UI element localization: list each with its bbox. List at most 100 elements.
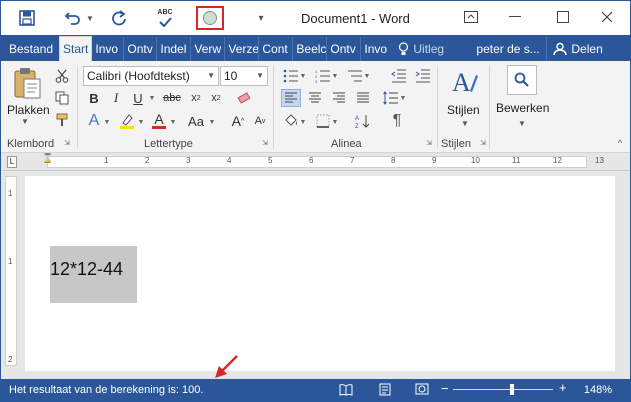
bold-button[interactable]: B — [85, 89, 103, 107]
underline-button[interactable]: U — [129, 89, 147, 107]
subscript-button[interactable]: x2 — [187, 89, 205, 107]
shading-dropdown-icon[interactable]: ▼ — [299, 115, 307, 129]
tab-layout[interactable]: Indel — [156, 37, 190, 61]
borders-dropdown-icon[interactable]: ▼ — [331, 115, 339, 129]
zoom-slider-thumb[interactable] — [510, 384, 514, 395]
tab-file[interactable]: Bestand — [3, 37, 60, 61]
strikethrough-button[interactable]: abc — [161, 89, 183, 107]
format-painter-icon[interactable] — [53, 111, 71, 129]
shrink-font-button[interactable]: Av — [251, 111, 269, 131]
vruler-tick: 1 — [8, 189, 13, 198]
styles-dropdown-icon[interactable]: ▼ — [461, 119, 469, 128]
zoom-slider[interactable] — [453, 389, 553, 390]
search-icon[interactable] — [507, 65, 537, 95]
zoom-level[interactable]: 148% — [584, 384, 612, 396]
font-color-icon[interactable]: A — [149, 109, 169, 131]
cut-icon[interactable] — [53, 67, 71, 85]
increase-indent-icon[interactable] — [413, 67, 433, 85]
tab-addins[interactable]: Invo — [360, 37, 390, 61]
paste-label[interactable]: Plakken — [7, 103, 50, 117]
tab-design[interactable]: Ontv — [123, 37, 156, 61]
editing-label[interactable]: Bewerken — [496, 101, 549, 115]
styles-label[interactable]: Stijlen — [447, 103, 480, 117]
bullets-dropdown-icon[interactable]: ▼ — [299, 69, 307, 83]
shading-icon[interactable] — [281, 111, 301, 131]
copy-icon[interactable] — [53, 89, 71, 107]
maximize-icon[interactable] — [545, 5, 581, 29]
indent-marker-icon[interactable]: ⌛ — [42, 153, 53, 164]
justify-button[interactable] — [353, 89, 373, 107]
share-button[interactable]: Delen — [546, 37, 612, 61]
horizontal-ruler[interactable]: L ⌛ 1 2 3 4 5 6 7 8 9 10 11 12 13 — [1, 153, 630, 171]
change-case-button[interactable]: Aa — [183, 111, 209, 131]
web-layout-icon[interactable] — [415, 383, 429, 399]
numbering-dropdown-icon[interactable]: ▼ — [331, 69, 339, 83]
align-left-button[interactable] — [281, 89, 301, 107]
paste-icon[interactable] — [9, 65, 45, 101]
spelling-icon[interactable]: ABC — [153, 7, 177, 29]
highlight-color-icon[interactable] — [117, 111, 137, 131]
save-icon[interactable] — [15, 7, 39, 29]
styles-icon[interactable]: A — [449, 65, 479, 101]
decrease-indent-icon[interactable] — [389, 67, 409, 85]
font-size-select[interactable]: 10 ▼ — [220, 66, 268, 86]
read-mode-icon[interactable] — [339, 383, 353, 399]
undo-icon[interactable] — [61, 7, 85, 29]
document-text[interactable]: 12*12-44 — [50, 259, 123, 280]
bullets-icon[interactable] — [281, 67, 301, 85]
close-icon[interactable] — [589, 5, 625, 29]
tab-references[interactable]: Verw — [190, 37, 224, 61]
tab-insert[interactable]: Invo — [92, 37, 123, 61]
highlight-dropdown-icon[interactable]: ▼ — [137, 115, 145, 129]
custom-macro-button[interactable] — [196, 6, 224, 30]
undo-dropdown-icon[interactable]: ▼ — [85, 7, 95, 29]
borders-icon[interactable] — [313, 111, 333, 131]
ruler-tick: 6 — [309, 156, 314, 165]
font-color-dropdown-icon[interactable]: ▼ — [169, 115, 177, 129]
superscript-button[interactable]: x2 — [207, 89, 225, 107]
multilevel-list-icon[interactable] — [345, 67, 365, 85]
tell-me-box[interactable]: Uitleg — [390, 37, 468, 61]
sort-icon[interactable]: AZ — [353, 111, 373, 131]
print-layout-icon[interactable] — [379, 383, 391, 399]
user-name[interactable]: peter de s... — [468, 37, 540, 61]
tab-review[interactable]: Cont — [258, 37, 292, 61]
text-effects-dropdown-icon[interactable]: ▼ — [103, 115, 111, 129]
text-effects-icon[interactable]: A — [85, 111, 103, 131]
zoom-in-button[interactable]: + — [559, 381, 567, 394]
collapse-ribbon-icon[interactable]: ^ — [615, 138, 625, 148]
ruler-tick: 13 — [595, 156, 604, 165]
paste-dropdown-icon[interactable]: ▼ — [21, 117, 29, 126]
clipboard-launcher-icon[interactable]: ⇲ — [63, 139, 71, 147]
show-formatting-icon[interactable]: ¶ — [387, 111, 407, 131]
group-separator — [489, 65, 490, 149]
clear-formatting-icon[interactable] — [233, 89, 255, 107]
tab-start[interactable]: Start — [59, 36, 93, 61]
tab-developer[interactable]: Ontv — [326, 37, 360, 61]
multilevel-dropdown-icon[interactable]: ▼ — [363, 69, 371, 83]
change-case-dropdown-icon[interactable]: ▼ — [208, 115, 216, 129]
tab-mailings[interactable]: Verze — [224, 37, 258, 61]
vertical-ruler[interactable]: 1 1 2 — [5, 176, 17, 366]
font-launcher-icon[interactable]: ⇲ — [261, 139, 269, 147]
line-spacing-dropdown-icon[interactable]: ▼ — [399, 91, 407, 105]
underline-dropdown-icon[interactable]: ▼ — [147, 89, 157, 107]
editing-dropdown-icon[interactable]: ▼ — [518, 119, 526, 128]
italic-button[interactable]: I — [107, 89, 125, 107]
paragraph-launcher-icon[interactable]: ⇲ — [425, 139, 433, 147]
align-right-button[interactable] — [329, 89, 349, 107]
document-page[interactable]: 12*12-44 — [25, 176, 615, 371]
redo-icon[interactable] — [107, 7, 131, 29]
customize-qat-icon[interactable]: ▾ — [253, 7, 269, 29]
font-name-select[interactable]: Calibri (Hoofdtekst) ▼ — [83, 66, 219, 86]
minimize-icon[interactable] — [497, 5, 533, 29]
tab-selector-icon[interactable]: L — [7, 156, 17, 168]
ribbon-display-icon[interactable] — [453, 5, 489, 29]
numbering-icon[interactable]: 123 — [313, 67, 333, 85]
line-spacing-icon[interactable] — [381, 89, 401, 107]
align-center-button[interactable] — [305, 89, 325, 107]
tab-view[interactable]: Beelc — [292, 37, 326, 61]
zoom-out-button[interactable]: − — [441, 382, 449, 395]
grow-font-button[interactable]: A ^ — [229, 111, 247, 131]
styles-launcher-icon[interactable]: ⇲ — [479, 139, 487, 147]
